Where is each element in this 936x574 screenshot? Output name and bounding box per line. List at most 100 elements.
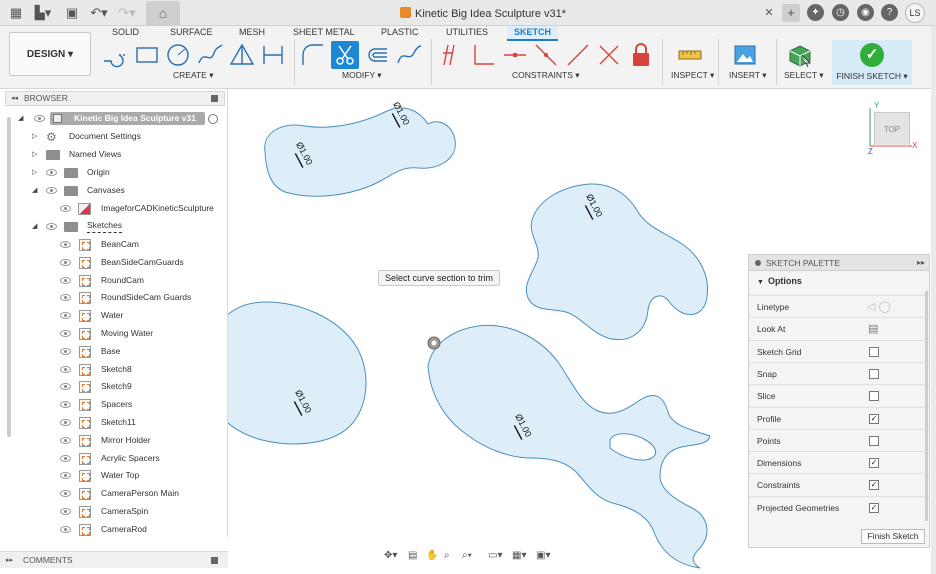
browser-item-canvases[interactable]: ◢ Canvases [0,182,226,199]
browser-item-origin[interactable]: ▷ Origin [0,164,226,181]
perpendicular-constraint-icon[interactable] [469,41,497,69]
visibility-icon[interactable] [60,205,71,212]
visibility-icon[interactable] [46,223,57,230]
tab-surface[interactable]: SURFACE [170,26,213,41]
visibility-icon[interactable] [60,330,71,337]
avatar[interactable]: LS [905,3,925,23]
workspace-switcher[interactable]: DESIGN ▾ [9,32,91,76]
palette-row[interactable]: Constraints ✓ [749,473,929,495]
fillet-tool-icon[interactable] [299,41,327,69]
browser-item-sketch[interactable]: Moving Water [0,325,226,342]
grid-settings-icon[interactable]: ▦▾ [512,550,526,561]
checkbox[interactable] [869,435,879,446]
browser-item-sketch[interactable]: RoundSideCam Guards [0,289,226,306]
spline-tool-icon[interactable] [196,41,224,69]
visibility-icon[interactable] [60,525,71,533]
coincident-constraint-icon[interactable] [595,41,623,69]
close-tab-icon[interactable]: ✕ [763,5,775,21]
browser-item-sketches[interactable]: ◢ Sketches [0,218,226,235]
lock-icon[interactable] [627,41,655,69]
browser-item-sketch[interactable]: CameraPerson Main [0,485,226,502]
create-menu[interactable]: CREATE ▾ [173,70,213,81]
tab-plastic[interactable]: PLASTIC [381,26,419,41]
browser-item-sketch[interactable]: BeanSideCamGuards [0,254,226,271]
expand-arrow-icon[interactable]: ◢ [32,218,37,235]
visibility-icon[interactable] [60,347,71,355]
checkbox[interactable] [869,391,879,402]
checkbox[interactable]: ✓ [869,413,879,424]
palette-row[interactable]: Slice [749,384,929,406]
expand-arrow-icon[interactable]: ▷ [32,128,37,145]
polygon-tool-icon[interactable] [228,41,256,69]
visibility-icon[interactable] [60,472,71,480]
zoom-icon[interactable]: ⌕ [444,550,450,561]
notifications-icon[interactable]: ◉ [857,4,874,21]
finish-sketch-button[interactable]: ✓ FINISH SKETCH ▾ [832,40,912,85]
browser-item-sketch[interactable]: Mirror Holder [0,432,226,449]
tab-sketch[interactable]: SKETCH [507,26,559,41]
viewports-icon[interactable]: ▣▾ [536,550,550,561]
visibility-icon[interactable] [60,312,71,320]
palette-header[interactable]: SKETCH PALETTE ▸▸ [749,255,929,271]
browser-item-sketch[interactable]: Acrylic Spacers [0,450,226,467]
modify-menu[interactable]: MODIFY ▾ [342,70,382,81]
display-settings-icon[interactable]: ▭▾ [488,550,502,561]
browser-item-sketch[interactable]: Sketch9 [0,378,226,395]
tab-mesh[interactable]: MESH [239,26,265,41]
parallel-constraint-icon[interactable] [438,41,466,69]
insert-image-icon[interactable] [731,41,759,69]
visibility-icon[interactable] [60,419,71,426]
canvas-scrollbar[interactable] [931,26,936,574]
browser-item-sketch[interactable]: CameraSpin [0,503,226,520]
measure-icon[interactable] [676,41,704,69]
checkbox[interactable]: ✓ [869,502,879,513]
palette-row[interactable]: Points [749,428,929,451]
line-tool-icon[interactable] [101,41,129,69]
tab-sheet-metal[interactable]: SHEET METAL [293,26,355,41]
pin-comments-icon[interactable] [211,557,218,564]
undo-icon[interactable]: ↶▾ [88,5,110,21]
inspect-menu[interactable]: INSPECT ▾ [671,70,714,81]
checkbox[interactable]: ✓ [869,480,879,491]
grid-icon[interactable]: ▦ [8,5,24,21]
visibility-icon[interactable] [60,383,71,391]
checkbox[interactable] [869,368,879,379]
browser-item-sketch[interactable]: CameraRod [0,521,226,538]
fit-icon[interactable]: ⌕▾ [462,550,472,561]
collapse-panel-icon[interactable]: ◂◂ [11,92,18,105]
expand-palette-icon[interactable]: ▸▸ [917,255,925,271]
viewcube[interactable]: Y X Z TOP [862,100,926,160]
collapse-arrow-icon[interactable]: ▼ [757,279,764,286]
offset-tool-icon[interactable] [363,41,391,69]
browser-header[interactable]: ◂◂ BROWSER [5,91,225,106]
tangent-constraint-icon[interactable] [532,41,560,69]
browser-item-sketch[interactable]: Spacers [0,396,226,413]
palette-row[interactable]: Linetype ◁ ◯ [749,295,929,317]
visibility-icon[interactable] [60,241,71,248]
browser-item-sketch[interactable]: BeanCam [0,236,226,253]
visibility-icon[interactable] [46,169,57,176]
visibility-icon[interactable] [34,115,45,122]
palette-row[interactable]: Sketch Grid [749,339,929,362]
visibility-icon[interactable] [60,258,71,266]
browser-scrollbar[interactable] [7,117,11,437]
circle-tool-icon[interactable] [164,41,192,69]
palette-pin-icon[interactable] [755,260,761,266]
dimension-tool-icon[interactable] [259,41,287,69]
redo-icon[interactable]: ↷▾ [116,5,138,21]
browser-item-document-settings[interactable]: ▷ ⚙ Document Settings [0,128,226,145]
browser-item-sketch[interactable]: Sketch11 [0,414,226,431]
insert-menu[interactable]: INSERT ▾ [729,70,767,81]
new-tab-icon[interactable]: + [782,4,800,22]
browser-root[interactable]: ◢ Kinetic Big Idea Sculpture v31 [0,110,226,127]
trim-tool-button[interactable] [331,41,359,69]
palette-scrollbar[interactable] [925,291,928,521]
visibility-icon[interactable] [60,454,71,462]
home-icon[interactable]: ⌂ [146,1,180,26]
select-menu[interactable]: SELECT ▾ [784,70,824,81]
expand-arrow-icon[interactable]: ◢ [32,182,37,199]
palette-row[interactable]: Look At ▤ [749,317,929,339]
browser-item-sketch[interactable]: Sketch8 [0,361,226,378]
palette-row[interactable]: Projected Geometries ✓ [749,495,929,518]
browser-item-named-views[interactable]: ▷ Named Views [0,146,226,163]
